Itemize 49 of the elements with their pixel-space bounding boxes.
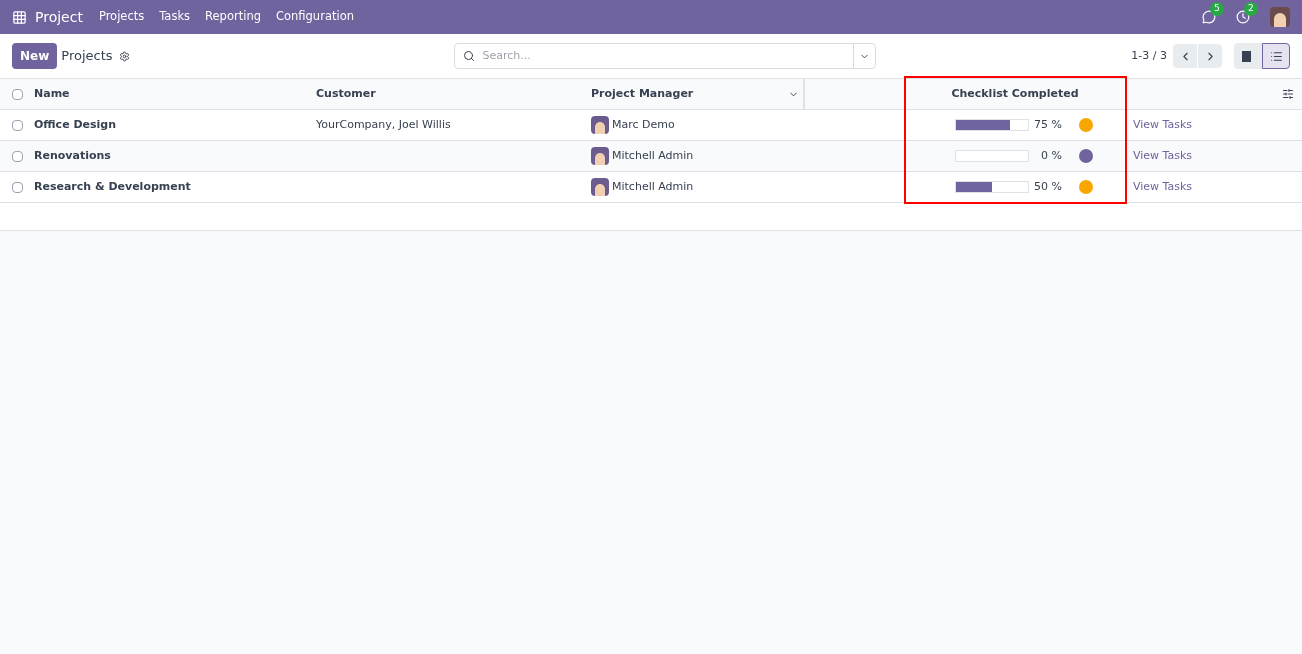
select-all-checkbox[interactable] [12, 88, 23, 100]
menu-item[interactable]: Tasks [159, 8, 191, 26]
menu-item[interactable]: Reporting [205, 8, 261, 26]
view-tasks-link[interactable]: View Tasks [1133, 147, 1193, 165]
avatar-icon [591, 147, 609, 165]
next-button[interactable] [1198, 44, 1222, 68]
activities-icon[interactable] [1236, 10, 1250, 24]
row-checkbox[interactable] [12, 119, 23, 131]
project-name: Renovations [34, 148, 111, 164]
project-name: Office Design [34, 117, 117, 133]
list-icon [1269, 49, 1283, 63]
settings-icon[interactable] [118, 50, 130, 62]
view-tasks-link[interactable]: View Tasks [1133, 116, 1193, 134]
previous-button[interactable] [1173, 44, 1197, 68]
search-field[interactable]: Search... [453, 43, 876, 69]
column-options-icon[interactable] [1282, 88, 1294, 100]
view-tasks-link[interactable]: View Tasks [1133, 178, 1193, 196]
manager-name: Mitchell Admin [612, 178, 694, 195]
manager-name: Marc Demo [612, 116, 675, 133]
progress-percent: 0 % [1040, 147, 1062, 164]
row-checkbox[interactable] [12, 181, 23, 193]
column-header[interactable]: Checklist Completed [951, 85, 1079, 103]
row-checkbox[interactable] [12, 150, 23, 162]
progress-percent: 50 % [1033, 178, 1062, 195]
menu-item[interactable]: Projects [98, 8, 145, 26]
menu-item[interactable]: Configuration [275, 8, 354, 26]
kanban-icon [1242, 50, 1254, 62]
search-icon [462, 50, 475, 62]
avatar-icon [591, 116, 609, 134]
project-name: Research & Development [34, 179, 191, 195]
manager-name: Mitchell Admin [612, 147, 694, 164]
list-view-button[interactable] [1262, 43, 1290, 69]
breadcrumb: Projects [61, 47, 113, 66]
column-header[interactable]: Name [34, 85, 70, 103]
app-title[interactable]: Project [35, 6, 83, 28]
apps-menu-icon[interactable] [12, 9, 27, 25]
messages-icon[interactable] [1202, 10, 1216, 24]
new-button[interactable]: New [12, 43, 58, 69]
pager-value: 1-3 / 3 [1131, 47, 1167, 64]
message-count-badge: 5 [1210, 2, 1224, 16]
avatar-icon [591, 178, 609, 196]
progress-percent: 75 % [1033, 116, 1062, 133]
column-header[interactable]: Project Manager [591, 85, 694, 103]
customer-name: YourCompany, Joel Willis [316, 117, 451, 133]
search-input[interactable]: Search... [482, 47, 853, 65]
activity-count-badge: 2 [1244, 2, 1258, 16]
user-avatar[interactable] [1270, 7, 1290, 27]
kanban-view-button[interactable] [1234, 43, 1262, 69]
column-header[interactable]: Customer [316, 85, 376, 103]
